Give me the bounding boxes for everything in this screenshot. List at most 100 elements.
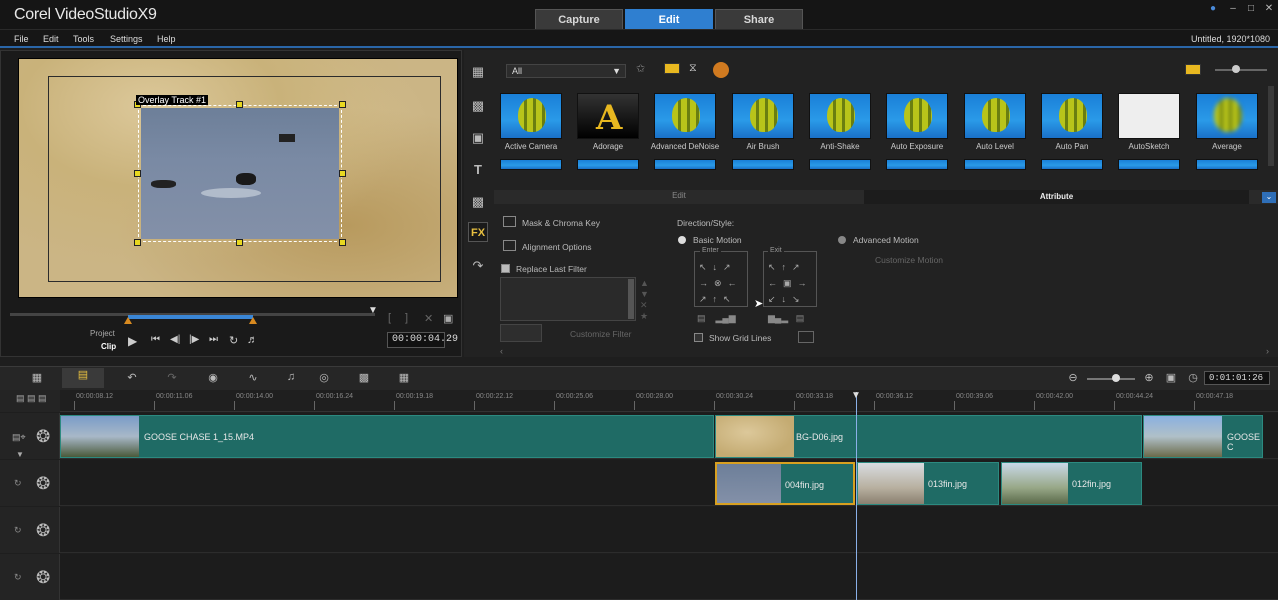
overlay-1-link-icon[interactable]: ↻ bbox=[14, 478, 22, 489]
tab-capture[interactable]: Capture bbox=[535, 9, 623, 29]
maximize-icon[interactable]: □ bbox=[1244, 3, 1258, 15]
clip-mode-label[interactable]: Clip bbox=[101, 342, 116, 351]
exit-arrows[interactable]: ↖↑↗ ←▣→ ↙↓↘ bbox=[768, 259, 813, 307]
transition-icon[interactable]: ▣ bbox=[468, 128, 488, 148]
menu-tools[interactable]: Tools bbox=[73, 34, 94, 44]
tab-edit-options[interactable]: Edit bbox=[494, 191, 864, 203]
fit-project-icon[interactable]: ▣ bbox=[1160, 371, 1182, 385]
undo-icon[interactable]: ↶ bbox=[121, 371, 143, 385]
scroll-right-icon[interactable]: › bbox=[1266, 346, 1269, 356]
instant-project-icon[interactable]: ▩ bbox=[468, 96, 488, 116]
track-visibility-icon[interactable]: ▤⌖ bbox=[12, 432, 26, 443]
filter-fx-icon[interactable]: FX bbox=[468, 222, 488, 242]
effect-thumbnail[interactable]: A bbox=[577, 93, 639, 139]
project-mode-label[interactable]: Project bbox=[90, 329, 115, 338]
overlay-2-reel-icon[interactable]: ❂ bbox=[36, 521, 50, 541]
effect-thumbnail[interactable] bbox=[500, 93, 562, 139]
effect-thumbnail[interactable] bbox=[732, 159, 794, 170]
split-icon[interactable]: ✕ bbox=[424, 312, 433, 325]
resize-handle[interactable] bbox=[134, 170, 141, 177]
track-manager-icon[interactable]: ▤ ▤ ▤ bbox=[16, 393, 47, 404]
effect-thumbnail[interactable] bbox=[886, 159, 948, 170]
filter-dropdown[interactable]: All ▼ bbox=[506, 64, 626, 78]
advanced-motion-radio[interactable] bbox=[838, 236, 846, 244]
tab-attribute[interactable]: Attribute bbox=[864, 190, 1249, 204]
effect-thumbnail[interactable] bbox=[1118, 159, 1180, 170]
effect-thumbnail[interactable] bbox=[964, 159, 1026, 170]
filter-list-scrollbar[interactable] bbox=[628, 279, 634, 319]
effect-thumbnail[interactable] bbox=[964, 93, 1026, 139]
track-menu-icon[interactable]: ▼ bbox=[16, 450, 24, 459]
grid-options-icon[interactable] bbox=[798, 331, 814, 343]
playhead-marker-icon[interactable]: ▼ bbox=[851, 390, 861, 401]
add-favorite-icon[interactable]: ✩ bbox=[636, 62, 645, 75]
overlay-3-reel-icon[interactable]: ❂ bbox=[36, 568, 50, 588]
replace-filter-checkbox[interactable] bbox=[501, 264, 510, 273]
effect-thumbnail[interactable] bbox=[1041, 93, 1103, 139]
trim-end-handle[interactable] bbox=[249, 317, 257, 324]
show-grid-checkbox[interactable] bbox=[694, 333, 703, 342]
filter-order-icons[interactable]: ▲ ▼ ✕ ★ bbox=[640, 278, 649, 322]
effect-thumbnail[interactable] bbox=[886, 93, 948, 139]
video-track-reel-icon[interactable]: ❂ bbox=[36, 427, 50, 447]
overlay-2-link-icon[interactable]: ↻ bbox=[14, 525, 22, 536]
record-capture-icon[interactable]: ◉ bbox=[202, 371, 224, 385]
menu-edit[interactable]: Edit bbox=[43, 34, 59, 44]
overlay-clip[interactable]: 012fin.jpg bbox=[1001, 462, 1142, 505]
effect-thumbnail[interactable] bbox=[1041, 159, 1103, 170]
filter-list[interactable] bbox=[500, 277, 636, 321]
mask-chroma-key-button[interactable]: Mask & Chroma Key bbox=[522, 218, 600, 228]
resize-handle[interactable] bbox=[236, 101, 243, 108]
minimize-icon[interactable]: – bbox=[1226, 3, 1240, 15]
menu-settings[interactable]: Settings bbox=[110, 34, 143, 44]
zoom-in-icon[interactable]: ⊕ bbox=[1138, 371, 1160, 385]
zoom-out-icon[interactable]: ⊖ bbox=[1062, 371, 1084, 385]
overlay-frame[interactable] bbox=[138, 105, 342, 242]
mark-in-icon[interactable]: [ bbox=[388, 312, 391, 324]
redo-icon[interactable]: ↷ bbox=[161, 371, 183, 385]
home-icon[interactable]: ⏮ bbox=[151, 334, 160, 345]
effect-thumbnail[interactable] bbox=[1118, 93, 1180, 139]
effect-thumbnail[interactable] bbox=[654, 93, 716, 139]
resize-handle[interactable] bbox=[339, 170, 346, 177]
end-icon[interactable]: ⏭ bbox=[209, 334, 218, 345]
graphic-icon[interactable]: ▩ bbox=[468, 192, 488, 212]
exit-pause-icons[interactable]: ▆▄▂ ▤ bbox=[768, 313, 804, 324]
path-icon[interactable]: ↷ bbox=[468, 256, 488, 276]
effect-thumbnail[interactable] bbox=[809, 159, 871, 170]
alignment-options-button[interactable]: Alignment Options bbox=[522, 242, 591, 252]
effect-thumbnail[interactable] bbox=[500, 159, 562, 170]
library-scrollbar[interactable] bbox=[1268, 86, 1274, 166]
show-photo-icon[interactable] bbox=[713, 62, 729, 78]
tab-edit[interactable]: Edit bbox=[625, 9, 713, 29]
zoom-slider-thumb[interactable] bbox=[1112, 374, 1120, 382]
trim-start-handle[interactable] bbox=[124, 317, 132, 324]
resize-handle[interactable] bbox=[134, 239, 141, 246]
multi-camera-icon[interactable]: ▦ bbox=[393, 371, 415, 385]
thumbnail-size-slider[interactable] bbox=[1215, 69, 1267, 71]
overlay-3-link-icon[interactable]: ↻ bbox=[14, 572, 22, 583]
play-icon[interactable]: ▶ bbox=[128, 334, 137, 348]
trim-range[interactable] bbox=[128, 315, 253, 319]
menu-file[interactable]: File bbox=[14, 34, 29, 44]
effect-thumbnail[interactable] bbox=[654, 159, 716, 170]
video-clip[interactable]: GOOSE CHASE 1_15.MP4 bbox=[60, 415, 714, 458]
collapse-icon[interactable]: ⌄ bbox=[1262, 192, 1276, 203]
pause-duration-icons[interactable]: ▤ ▂▄▆ bbox=[697, 313, 736, 324]
customize-filter-button[interactable]: Customize Filter bbox=[570, 329, 631, 339]
basic-motion-radio[interactable] bbox=[678, 236, 686, 244]
sound-mixer-icon[interactable]: ∿ bbox=[242, 371, 264, 385]
overlay-1-reel-icon[interactable]: ❂ bbox=[36, 474, 50, 494]
scroll-left-icon[interactable]: ‹ bbox=[500, 346, 503, 356]
timecode-display[interactable]: 00:00:04.29 bbox=[387, 332, 458, 348]
overlay-clip-selected[interactable]: 004fin.jpg bbox=[715, 462, 855, 505]
mark-out-icon[interactable]: ] bbox=[405, 312, 408, 324]
menu-help[interactable]: Help bbox=[157, 34, 176, 44]
storyboard-view-icon[interactable]: ▦ bbox=[26, 371, 48, 385]
video-clip[interactable]: BG-D06.jpg bbox=[715, 415, 1142, 458]
enter-arrows[interactable]: ↖↓↗ →⊗← ↗↑↖ bbox=[699, 259, 743, 307]
effect-thumbnail[interactable] bbox=[577, 159, 639, 170]
thumbnail-slider-thumb[interactable] bbox=[1232, 65, 1240, 73]
show-audio-icon[interactable]: ⧖ bbox=[689, 62, 697, 75]
enlarge-icon[interactable]: ▣ bbox=[443, 312, 453, 325]
